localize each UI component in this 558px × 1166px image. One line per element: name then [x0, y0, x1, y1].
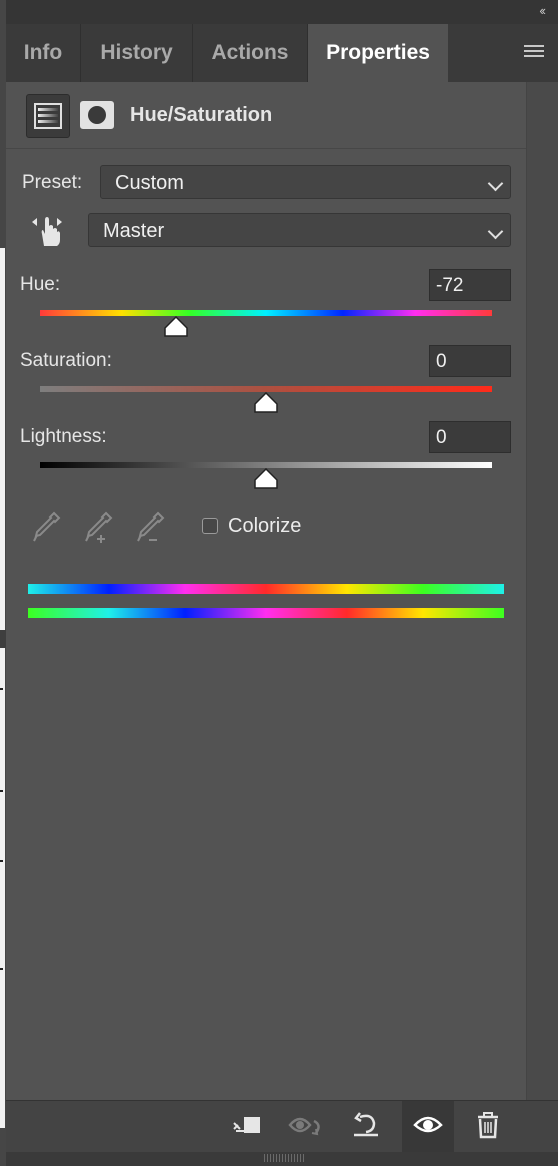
tab-info[interactable]: Info [6, 24, 81, 82]
properties-bottom-bar [6, 1100, 558, 1153]
canvas-mark [0, 688, 3, 690]
hue-input[interactable]: -72 [429, 269, 511, 301]
properties-panel: Hue/Saturation Preset: Custom Master Hue… [6, 82, 526, 1100]
panel-scrollbar[interactable] [526, 82, 558, 1100]
colorize-checkbox[interactable] [202, 518, 218, 534]
layer-mask-icon[interactable] [80, 101, 114, 129]
on-image-adjust-hand-icon[interactable] [30, 212, 64, 248]
reset-icon[interactable] [342, 1101, 394, 1153]
trash-icon[interactable] [462, 1101, 514, 1153]
hue-slider[interactable] [40, 310, 492, 316]
panel-resize-grip[interactable] [6, 1152, 558, 1166]
panel-tab-bar: Info History Actions Properties [6, 24, 558, 83]
tab-properties[interactable]: Properties [308, 24, 448, 83]
canvas-mark [0, 790, 3, 792]
channel-dropdown[interactable]: Master [88, 213, 511, 247]
collapse-panels-icon[interactable]: ‹‹ [539, 3, 546, 18]
view-previous-state-icon[interactable] [282, 1101, 334, 1153]
canvas-mark [0, 860, 3, 862]
panel-menu-icon[interactable] [524, 45, 544, 61]
visibility-eye-icon[interactable] [402, 1101, 454, 1153]
clip-to-layer-icon[interactable] [222, 1101, 274, 1153]
result-spectrum-bar [28, 608, 504, 618]
channel-value: Master [103, 220, 165, 242]
chevron-down-icon [487, 175, 504, 192]
chevron-down-icon [487, 223, 504, 240]
adjustment-title: Hue/Saturation [130, 104, 273, 126]
hue-label: Hue: [20, 274, 61, 295]
lightness-label: Lightness: [20, 426, 107, 447]
tab-actions[interactable]: Actions [193, 24, 308, 82]
eyedropper-icon[interactable] [30, 510, 62, 544]
hue-saturation-adjustment-icon[interactable] [26, 94, 70, 138]
saturation-label: Saturation: [20, 350, 112, 371]
source-spectrum-bar [28, 584, 504, 594]
preset-label: Preset: [22, 172, 83, 193]
preset-dropdown[interactable]: Custom [100, 165, 511, 199]
properties-header: Hue/Saturation [6, 82, 526, 149]
colorize-label: Colorize [228, 515, 302, 537]
preset-value: Custom [115, 172, 184, 194]
tab-history[interactable]: History [81, 24, 193, 82]
lightness-input[interactable]: 0 [429, 421, 511, 453]
eyedropper-subtract-icon[interactable] [134, 510, 166, 544]
eyedropper-add-icon[interactable] [82, 510, 114, 544]
canvas-mark [0, 968, 3, 970]
panel-dock-topbar: ‹‹ [6, 0, 558, 24]
saturation-input[interactable]: 0 [429, 345, 511, 377]
